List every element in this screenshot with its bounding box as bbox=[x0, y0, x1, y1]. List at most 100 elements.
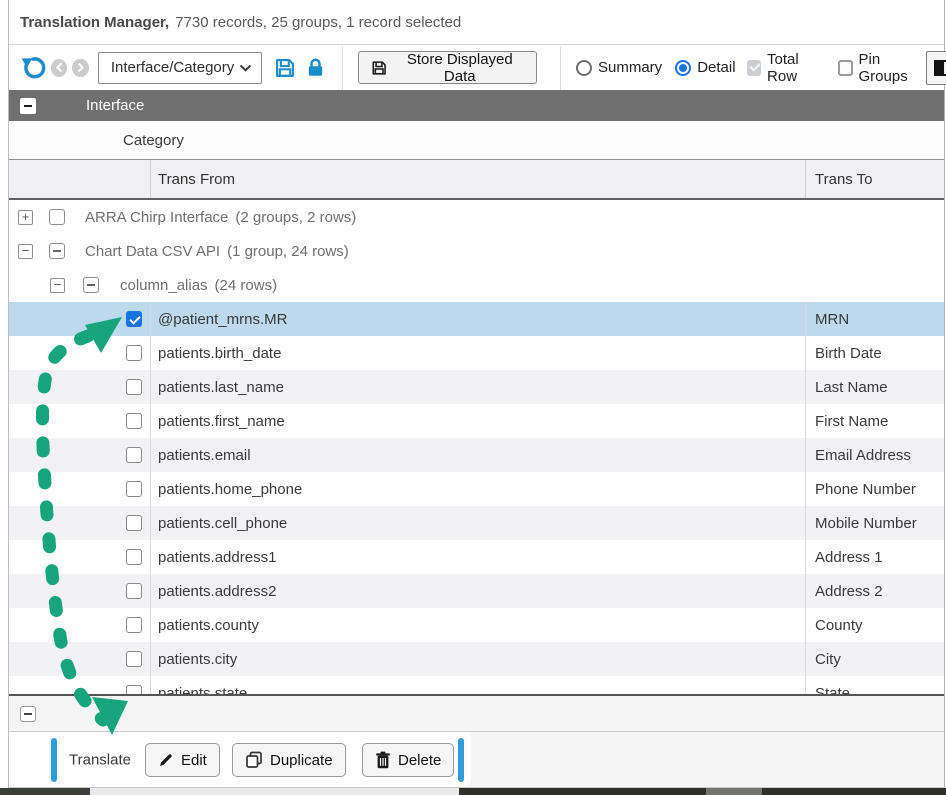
trans-to-cell: Address 2 bbox=[805, 574, 944, 608]
table-row[interactable]: patients.state State bbox=[9, 676, 944, 696]
trans-from-cell: patients.address1 bbox=[150, 540, 805, 574]
radio-summary[interactable]: Summary bbox=[576, 59, 662, 76]
trans-to-value: Address 1 bbox=[815, 549, 883, 566]
row-checkbox[interactable] bbox=[126, 413, 142, 429]
group-checkbox[interactable] bbox=[49, 243, 65, 259]
group-row[interactable]: −Chart Data CSV API(1 group, 24 rows) bbox=[9, 234, 944, 268]
row-checkbox[interactable] bbox=[126, 583, 142, 599]
collapse-toggle-icon[interactable]: − bbox=[18, 244, 33, 259]
chevron-right-icon bbox=[76, 62, 85, 73]
edit-button[interactable]: Edit bbox=[145, 743, 220, 777]
table-row[interactable]: patients.first_name First Name bbox=[9, 404, 944, 438]
page-title: Translation Manager, bbox=[20, 14, 169, 31]
trans-from-cell: patients.county bbox=[150, 608, 805, 642]
trans-to-value: County bbox=[815, 617, 863, 634]
row-checkbox[interactable] bbox=[126, 481, 142, 497]
lock-icon bbox=[305, 57, 326, 78]
collapse-toggle-icon[interactable]: − bbox=[50, 278, 65, 293]
table-row[interactable]: patients.address1 Address 1 bbox=[9, 540, 944, 574]
group-label: Chart Data CSV API bbox=[85, 243, 220, 260]
radio-summary-control[interactable] bbox=[576, 60, 592, 76]
back-button[interactable] bbox=[51, 59, 67, 77]
lock-view-button[interactable] bbox=[305, 57, 326, 78]
detail-panel-collapse-row bbox=[9, 696, 944, 732]
row-checkbox-cell bbox=[9, 404, 150, 438]
columns-button[interactable] bbox=[926, 51, 946, 85]
radio-detail-control[interactable] bbox=[675, 60, 691, 76]
row-checkbox[interactable] bbox=[126, 617, 142, 633]
row-checkbox[interactable] bbox=[126, 447, 142, 463]
trans-from-cell: patients.first_name bbox=[150, 404, 805, 438]
view-select[interactable]: Interface/Category bbox=[98, 52, 262, 84]
row-checkbox[interactable] bbox=[126, 515, 142, 531]
trans-to-value: First Name bbox=[815, 413, 888, 430]
translation-manager-window: Translation Manager, 7730 records, 25 gr… bbox=[8, 0, 945, 788]
group-count: (2 groups, 2 rows) bbox=[235, 209, 356, 226]
table-row[interactable]: patients.cityCity bbox=[9, 642, 944, 676]
title-bar: Translation Manager, 7730 records, 25 gr… bbox=[9, 0, 944, 45]
trans-to-cell: Birth Date bbox=[805, 336, 944, 370]
edit-button-label: Edit bbox=[181, 752, 207, 769]
trans-to-value: State bbox=[815, 685, 850, 697]
row-checkbox-cell bbox=[9, 506, 150, 540]
row-checkbox[interactable] bbox=[126, 685, 142, 696]
group-row[interactable]: −column_alias(24 rows) bbox=[9, 268, 944, 302]
duplicate-button[interactable]: Duplicate bbox=[232, 743, 346, 777]
trans-from-value: patients.email bbox=[158, 447, 251, 464]
row-checkbox[interactable] bbox=[126, 311, 142, 327]
delete-button[interactable]: Delete bbox=[362, 743, 454, 777]
group-checkbox[interactable] bbox=[83, 277, 99, 293]
detail-panel-collapse-button[interactable] bbox=[20, 706, 36, 722]
checkbox-total-row-control[interactable] bbox=[747, 60, 761, 76]
checkbox-total-row[interactable]: Total Row bbox=[747, 51, 827, 85]
row-checkbox[interactable] bbox=[126, 379, 142, 395]
undo-button[interactable] bbox=[20, 55, 46, 81]
trans-to-value: Email Address bbox=[815, 447, 911, 464]
delete-button-label: Delete bbox=[398, 752, 441, 769]
table-row[interactable]: patients.county County bbox=[9, 608, 944, 642]
trans-from-cell: patients.birth_date bbox=[150, 336, 805, 370]
interface-collapse-button[interactable] bbox=[20, 98, 36, 114]
row-checkbox-cell bbox=[9, 438, 150, 472]
row-checkbox-cell bbox=[9, 574, 150, 608]
table-row[interactable]: patients.home_phonePhone Number bbox=[9, 472, 944, 506]
table-row[interactable]: patients.last_name Last Name bbox=[9, 370, 944, 404]
row-checkbox-cell bbox=[9, 676, 150, 696]
table-row[interactable]: patients.cell_phoneMobile Number bbox=[9, 506, 944, 540]
row-checkbox-cell bbox=[9, 336, 150, 370]
save-view-button[interactable] bbox=[274, 57, 296, 79]
row-checkbox[interactable] bbox=[126, 549, 142, 565]
checkbox-column-header bbox=[9, 160, 150, 198]
trans-from-cell: patients.address2 bbox=[150, 574, 805, 608]
radio-detail[interactable]: Detail bbox=[675, 59, 735, 76]
trans-to-value: Last Name bbox=[815, 379, 888, 396]
checkbox-pin-groups-label: Pin Groups bbox=[859, 51, 927, 85]
table-row[interactable]: patients.email Email Address bbox=[9, 438, 944, 472]
trans-from-value: @patient_mrns.MR bbox=[158, 311, 287, 328]
store-displayed-data-button[interactable]: Store Displayed Data bbox=[358, 51, 537, 84]
view-select-value: Interface/Category bbox=[111, 59, 234, 76]
table-row[interactable]: patients.address2Address 2 bbox=[9, 574, 944, 608]
group-checkbox[interactable] bbox=[49, 209, 65, 225]
row-checkbox-cell bbox=[9, 608, 150, 642]
trans-from-cell: patients.email bbox=[150, 438, 805, 472]
group-count: (24 rows) bbox=[215, 277, 278, 294]
table-row[interactable]: @patient_mrns.MRMRN bbox=[9, 302, 944, 336]
group-row[interactable]: +ARRA Chirp Interface(2 groups, 2 rows) bbox=[9, 200, 944, 234]
checkbox-pin-groups-control[interactable] bbox=[838, 60, 853, 76]
trans-from-cell: patients.home_phone bbox=[150, 472, 805, 506]
table-row[interactable]: patients.birth_date Birth Date bbox=[9, 336, 944, 370]
trans-to-header-label: Trans To bbox=[815, 171, 873, 188]
forward-button[interactable] bbox=[72, 59, 88, 77]
trans-to-value: Birth Date bbox=[815, 345, 882, 362]
trans-from-cell: patients.cell_phone bbox=[150, 506, 805, 540]
row-checkbox[interactable] bbox=[126, 651, 142, 667]
trans-from-value: patients.state bbox=[158, 685, 247, 697]
column-header-row: Trans From Trans To bbox=[9, 160, 944, 200]
expand-toggle-icon[interactable]: + bbox=[18, 210, 33, 225]
checkbox-pin-groups[interactable]: Pin Groups bbox=[838, 51, 927, 85]
trans-from-cell: patients.last_name bbox=[150, 370, 805, 404]
row-checkbox[interactable] bbox=[126, 345, 142, 361]
save-icon bbox=[274, 57, 296, 79]
interface-band-label: Interface bbox=[86, 97, 144, 114]
